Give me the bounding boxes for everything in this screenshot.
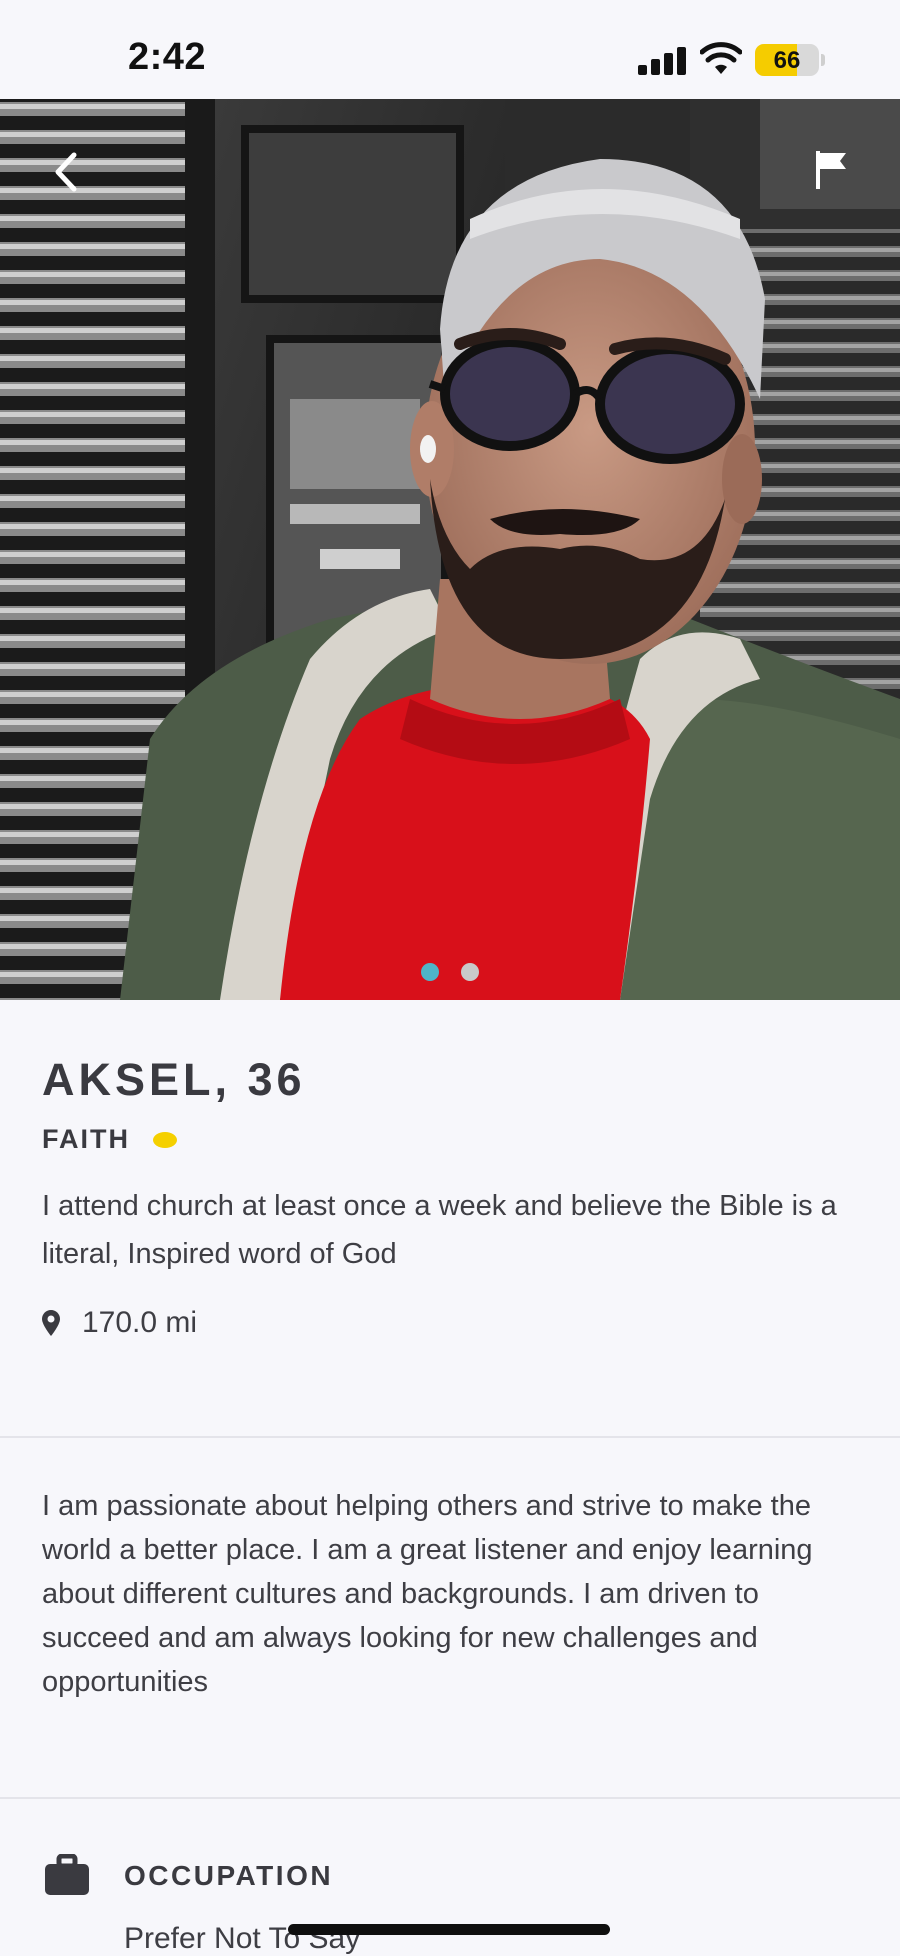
briefcase-icon <box>45 1854 89 1895</box>
chevron-left-icon <box>55 152 77 192</box>
section-divider <box>0 1797 900 1799</box>
battery-cap <box>821 54 825 66</box>
distance-text: 170.0 mi <box>82 1306 198 1339</box>
wifi-icon <box>700 42 742 74</box>
profile-bio: I am passionate about helping others and… <box>42 1490 813 1698</box>
profile-name-age: AKSEL, 36 <box>42 1054 306 1105</box>
faith-description: I attend church at least once a week and… <box>42 1190 837 1270</box>
battery-indicator: 66 <box>755 44 819 76</box>
faith-leaf-icon <box>153 1131 177 1148</box>
section-divider <box>0 1436 900 1438</box>
back-button[interactable] <box>44 147 94 197</box>
photo-dot-2[interactable] <box>461 963 479 981</box>
distance-row: 170.0 mi <box>42 1306 197 1340</box>
home-indicator[interactable] <box>288 1924 610 1935</box>
location-pin-icon <box>42 1310 60 1336</box>
status-bar: 2:42 66 <box>0 0 900 99</box>
photo-pagination <box>0 963 900 981</box>
faith-label: FAITH <box>42 1124 130 1154</box>
flag-icon <box>816 151 846 189</box>
profile-photo-image <box>0 99 900 1000</box>
profile-photo[interactable] <box>0 99 900 1000</box>
report-button[interactable] <box>812 147 852 191</box>
photo-dot-1[interactable] <box>421 963 439 981</box>
occupation-label: OCCUPATION <box>124 1860 334 1891</box>
status-time: 2:42 <box>128 36 207 78</box>
faith-row: FAITH <box>42 1124 178 1155</box>
cellular-signal-icon <box>638 45 688 75</box>
battery-level-text: 66 <box>773 47 801 74</box>
